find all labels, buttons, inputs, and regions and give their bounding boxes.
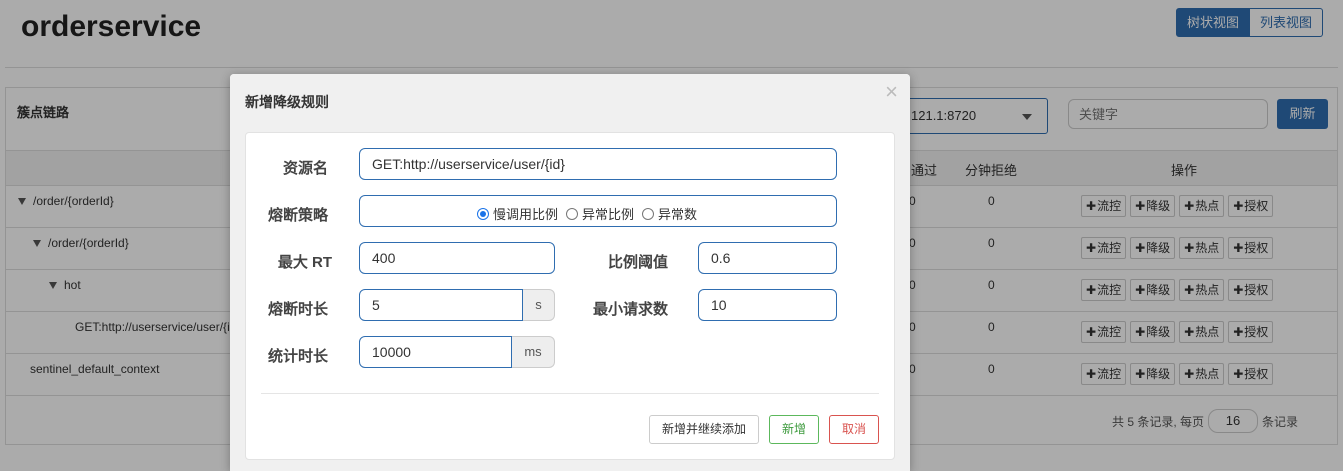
duration-unit: s [523,289,555,321]
resource-input[interactable]: GET:http://userservice/user/{id} [359,148,837,180]
max-rt-input[interactable]: 400 [359,242,555,274]
strategy-error-count-radio[interactable]: 异常数 [642,204,697,223]
save-and-continue-button[interactable]: 新增并继续添加 [649,415,759,444]
degrade-rule-dialog: 新增降级规则 × 资源名 GET:http://userservice/user… [230,74,910,471]
add-button[interactable]: 新增 [769,415,819,444]
ratio-input[interactable]: 0.6 [698,242,837,274]
stat-duration-unit: ms [512,336,555,368]
ratio-label: 比例阈值 [607,254,668,271]
duration-input[interactable]: 5 [359,289,523,321]
dialog-title: 新增降级规则 [245,94,329,110]
stat-duration-input[interactable]: 10000 [359,336,512,368]
dialog-body: 资源名 GET:http://userservice/user/{id} 熔断策… [230,126,910,471]
form-divider [261,393,879,394]
rule-form: 资源名 GET:http://userservice/user/{id} 熔断策… [245,132,895,460]
max-rt-label: 最大 RT [277,254,332,271]
strategy-label: 熔断策略 [267,207,328,224]
radio-unchecked-icon [566,207,579,220]
min-request-input[interactable]: 10 [698,289,837,321]
strategy-radio-group: 慢调用比例 异常比例 异常数 [359,195,837,227]
stat-duration-label: 统计时长 [267,348,328,365]
min-request-label: 最小请求数 [592,301,668,318]
close-icon[interactable]: × [885,79,898,105]
duration-label: 熔断时长 [267,301,328,318]
strategy-error-ratio-radio[interactable]: 异常比例 [566,204,634,223]
strategy-slow-ratio-radio[interactable]: 慢调用比例 [477,204,558,223]
resource-label: 资源名 [282,160,328,177]
cancel-button[interactable]: 取消 [829,415,879,444]
radio-checked-icon [477,207,489,220]
radio-unchecked-icon [642,207,655,220]
dialog-header: 新增降级规则 × [230,74,910,126]
